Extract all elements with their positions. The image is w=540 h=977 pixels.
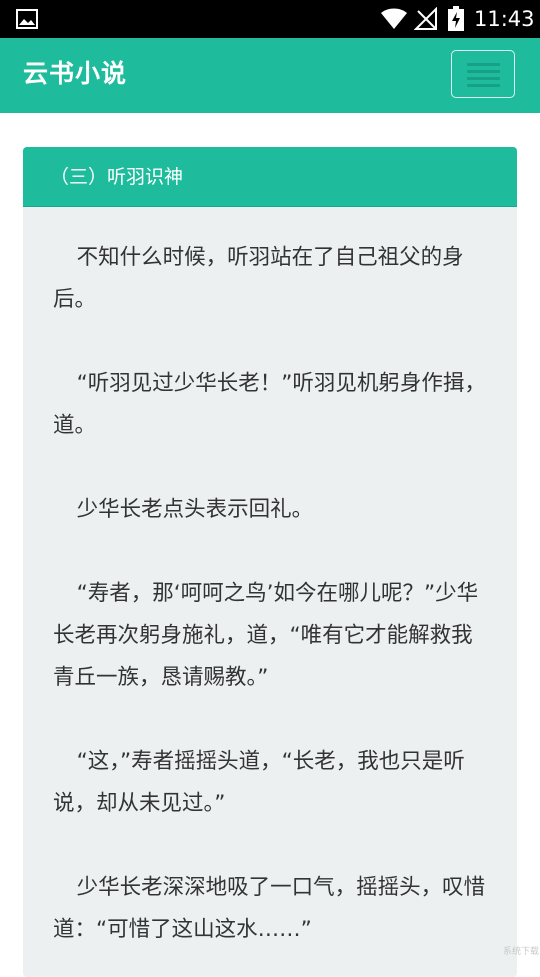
- watermark: 系统下载: [503, 947, 540, 957]
- chapter-title: （三）听羽识神: [50, 166, 184, 188]
- paragraph: “这，”寿者摇摇头道，“长老，我也只是听说，却从未见过。”: [53, 749, 465, 816]
- paragraph: “听羽见过少华长老！”听羽见机躬身作揖，道。: [53, 371, 486, 438]
- paragraph: 少华长老点头表示回礼。: [76, 497, 314, 522]
- wifi-icon: [381, 8, 407, 29]
- menu-button[interactable]: [451, 50, 515, 98]
- paragraph: “寿者，那‘呵呵之鸟’如今在哪儿呢？”少华长老再次躬身施礼，道，“唯有它才能解救…: [53, 581, 479, 690]
- chapter-header: （三）听羽识神: [23, 147, 517, 207]
- status-bar: 11:43: [0, 0, 540, 38]
- signal-off-icon: [414, 7, 437, 30]
- app-bar: 云书小说: [0, 38, 540, 113]
- paragraph: 少华长老深深地吸了一口气，摇摇头，叹惜道：“可惜了这山这水……”: [53, 875, 486, 942]
- chapter-card: （三）听羽识神 不知什么时候，听羽站在了自己祖父的身后。 “听羽见过少华长老！”…: [23, 147, 517, 977]
- chapter-body[interactable]: 不知什么时候，听羽站在了自己祖父的身后。 “听羽见过少华长老！”听羽见机躬身作揖…: [53, 237, 493, 977]
- paragraph: 不知什么时候，听羽站在了自己祖父的身后。: [53, 245, 464, 312]
- status-time: 11:43: [474, 7, 535, 31]
- image-icon: [16, 9, 38, 29]
- app-title: 云书小说: [23, 59, 128, 88]
- battery-charging-icon: [448, 6, 464, 31]
